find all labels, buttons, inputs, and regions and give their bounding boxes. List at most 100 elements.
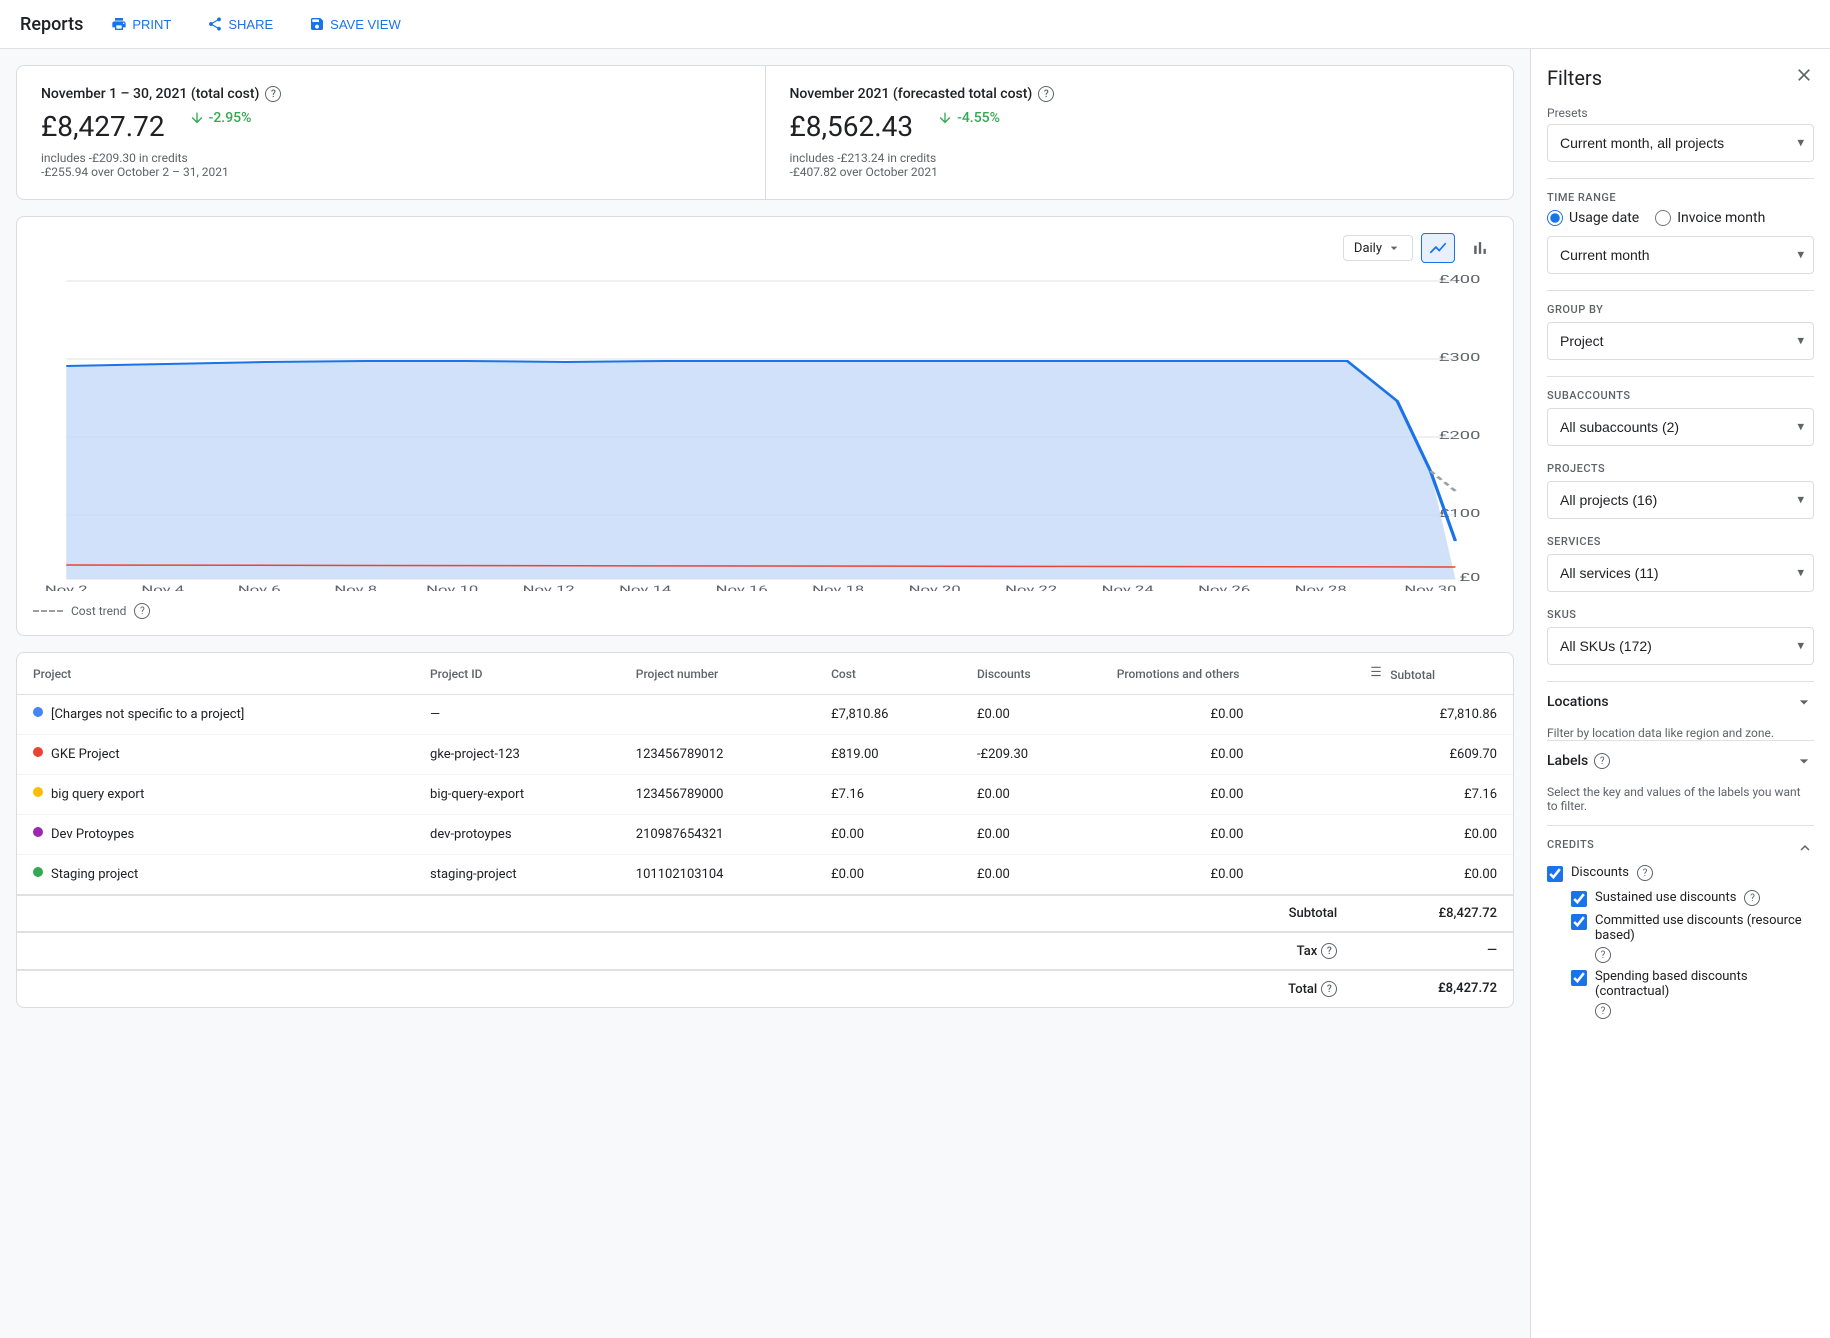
- usage-date-option[interactable]: Usage date: [1547, 210, 1639, 226]
- col-project-id: Project ID: [414, 653, 620, 695]
- project-dot-1: [33, 747, 43, 757]
- summary-card-actual: November 1 – 30, 2021 (total cost) ? £8,…: [17, 66, 765, 199]
- total-label: Total ?: [33, 981, 1337, 997]
- discounts-help-icon[interactable]: ?: [1637, 865, 1653, 881]
- col-project-number: Project number: [620, 653, 815, 695]
- subaccounts-select[interactable]: All subaccounts (2): [1547, 408, 1814, 446]
- subtotal-cell-4: £0.00: [1353, 855, 1513, 896]
- credits-collapse-icon[interactable]: [1796, 839, 1814, 857]
- services-select-wrap: All services (11) ▾: [1547, 554, 1814, 592]
- project-number-cell-1: 123456789012: [620, 735, 815, 775]
- discounts-cell-4: £0.00: [961, 855, 1101, 896]
- project-cell-1: GKE Project: [17, 735, 414, 775]
- spending-based-item: Spending based discounts (contractual) ?: [1571, 969, 1814, 1019]
- locations-collapse-icon: [1794, 692, 1814, 712]
- svg-text:Nov 22: Nov 22: [1005, 584, 1057, 591]
- presets-select-wrap: Current month, all projects ▾: [1547, 124, 1814, 162]
- committed-use-checkbox[interactable]: [1571, 914, 1587, 930]
- line-chart-icon: [1428, 238, 1448, 258]
- project-number-cell-3: 210987654321: [620, 815, 815, 855]
- daily-select[interactable]: Daily: [1343, 235, 1413, 261]
- svg-text:Nov 4: Nov 4: [141, 584, 184, 591]
- time-range-select[interactable]: Current month: [1547, 236, 1814, 274]
- forecast-change: -4.55%: [937, 110, 1000, 126]
- col-project: Project: [17, 653, 414, 695]
- cost-cell-3: £0.00: [815, 815, 961, 855]
- project-cell-3: Dev Protoypes: [17, 815, 414, 855]
- save-view-button[interactable]: SAVE VIEW: [301, 12, 409, 36]
- svg-text:Nov 26: Nov 26: [1198, 584, 1250, 591]
- legend-help-icon[interactable]: ?: [134, 603, 150, 619]
- table-row: Dev Protoypes dev-protoypes 210987654321…: [17, 815, 1513, 855]
- forecast-down-arrow-icon: [937, 110, 953, 126]
- project-dot-2: [33, 787, 43, 797]
- main-layout: November 1 – 30, 2021 (total cost) ? £8,…: [0, 49, 1830, 1338]
- project-number-cell-0: [620, 695, 815, 735]
- filter-section-credits: Credits Discounts ? Sustained use discou…: [1547, 838, 1814, 1019]
- discounts-cell-3: £0.00: [961, 815, 1101, 855]
- project-id-cell-0: —: [414, 695, 620, 735]
- totals-row-subtotal: Subtotal £8,427.72: [17, 895, 1513, 932]
- skus-select[interactable]: All SKUs (172): [1547, 627, 1814, 665]
- subtotal-cell-3: £0.00: [1353, 815, 1513, 855]
- table-row: Staging project staging-project 10110210…: [17, 855, 1513, 896]
- committed-use-help-icon[interactable]: ?: [1595, 947, 1611, 963]
- line-chart-btn[interactable]: [1421, 233, 1455, 263]
- project-id-cell-3: dev-protoypes: [414, 815, 620, 855]
- data-table: Project Project ID Project number Cost D…: [17, 653, 1513, 1007]
- filter-section-time-range: Time range Usage date Invoice month Curr…: [1547, 191, 1814, 274]
- forecast-help-icon[interactable]: ?: [1038, 86, 1054, 102]
- presets-label: Presets: [1547, 106, 1814, 120]
- total-help-icon[interactable]: ?: [1321, 981, 1337, 997]
- filter-section-group-by: Group by Project ▾: [1547, 303, 1814, 360]
- tax-label: Tax ?: [33, 943, 1337, 959]
- actual-credits: includes -£209.30 in credits: [41, 151, 741, 165]
- bar-chart-btn[interactable]: [1463, 233, 1497, 263]
- sustained-use-label: Sustained use discounts: [1595, 890, 1736, 905]
- subtotal-cell-2: £7.16: [1353, 775, 1513, 815]
- filter-section-services: Services All services (11) ▾: [1547, 535, 1814, 592]
- forecast-credits: includes -£213.24 in credits: [790, 151, 1490, 165]
- share-button[interactable]: SHARE: [199, 12, 281, 36]
- project-cell-4: Staging project: [17, 855, 414, 896]
- subtotal-sort-icon[interactable]: [1369, 665, 1383, 679]
- actual-change-note: -£255.94 over October 2 – 31, 2021: [41, 165, 741, 179]
- invoice-month-option[interactable]: Invoice month: [1655, 210, 1765, 226]
- svg-text:Nov 8: Nov 8: [334, 584, 377, 591]
- group-by-select[interactable]: Project: [1547, 322, 1814, 360]
- tax-value: —: [1353, 932, 1513, 970]
- labels-help-icon[interactable]: ?: [1594, 753, 1610, 769]
- table-row: [Charges not specific to a project] — £7…: [17, 695, 1513, 735]
- filter-section-locations-header[interactable]: Locations: [1547, 681, 1814, 722]
- presets-select[interactable]: Current month, all projects: [1547, 124, 1814, 162]
- spending-based-checkbox[interactable]: [1571, 970, 1587, 986]
- project-dot-4: [33, 867, 43, 877]
- filter-section-labels-header[interactable]: Labels ?: [1547, 740, 1814, 781]
- spending-based-help-icon[interactable]: ?: [1595, 1003, 1611, 1019]
- project-name-4: Staging project: [51, 867, 138, 882]
- collapse-filters-icon[interactable]: [1794, 65, 1814, 90]
- print-button[interactable]: PRINT: [103, 12, 179, 36]
- project-name-1: GKE Project: [51, 747, 120, 762]
- svg-text:Nov 28: Nov 28: [1295, 584, 1347, 591]
- discounts-cell-1: -£209.30: [961, 735, 1101, 775]
- app-header: Reports PRINT SHARE SAVE VIEW: [0, 0, 1830, 49]
- usage-date-radio[interactable]: [1547, 210, 1563, 226]
- svg-text:£300: £300: [1439, 351, 1480, 364]
- promotions-cell-1: £0.00: [1101, 735, 1354, 775]
- actual-help-icon[interactable]: ?: [265, 86, 281, 102]
- tax-help-icon[interactable]: ?: [1321, 943, 1337, 959]
- filter-section-projects: Projects All projects (16) ▾: [1547, 462, 1814, 519]
- projects-select[interactable]: All projects (16): [1547, 481, 1814, 519]
- promotions-cell-0: £0.00: [1101, 695, 1354, 735]
- share-icon: [207, 16, 223, 32]
- subtotal-value: £8,427.72: [1353, 895, 1513, 932]
- services-select[interactable]: All services (11): [1547, 554, 1814, 592]
- sustained-use-checkbox[interactable]: [1571, 891, 1587, 907]
- sustained-use-help-icon[interactable]: ?: [1744, 890, 1760, 906]
- skus-select-wrap: All SKUs (172) ▾: [1547, 627, 1814, 665]
- summary-card-actual-title: November 1 – 30, 2021 (total cost) ?: [41, 86, 741, 102]
- discounts-checkbox[interactable]: [1547, 866, 1563, 882]
- filters-panel: Filters Presets Current month, all proje…: [1530, 49, 1830, 1338]
- invoice-month-radio[interactable]: [1655, 210, 1671, 226]
